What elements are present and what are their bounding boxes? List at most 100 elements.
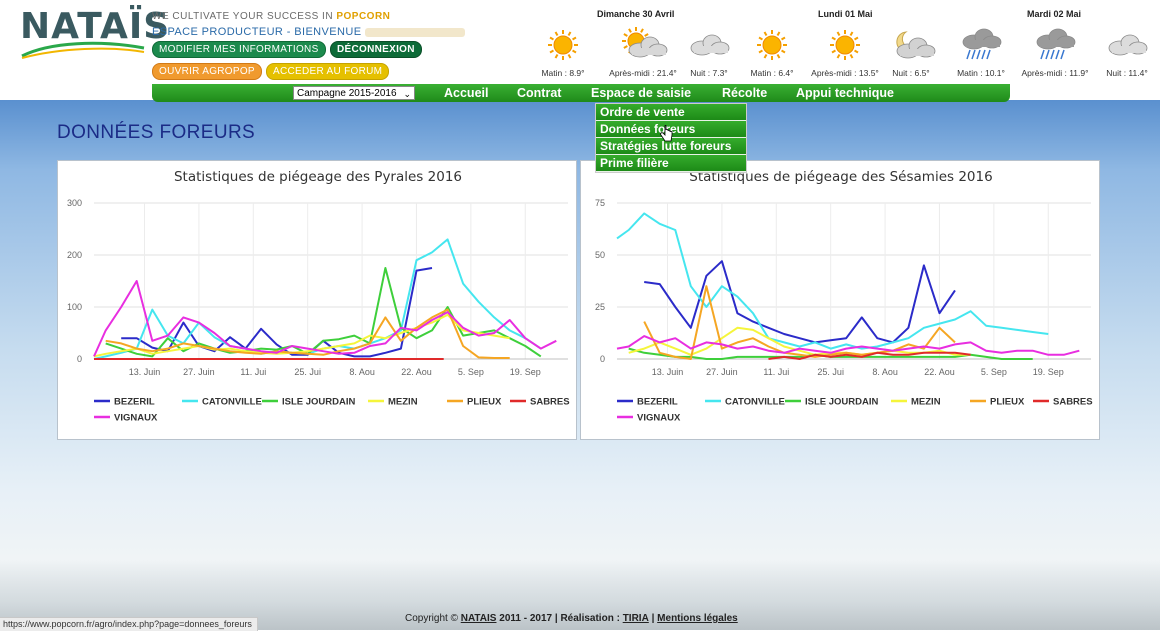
footer-copyright: Copyright © <box>405 613 458 624</box>
weather-slot: Matin : 6.4° <box>737 26 807 78</box>
weather-icon-wrap <box>1092 26 1160 64</box>
x-tick-label: 22. Aou <box>924 367 955 377</box>
x-tick-label: 25. Jui <box>294 367 321 377</box>
chart-pyrales: Statistiques de piégeage des Pyrales 201… <box>57 160 577 440</box>
weather-temp-label: Nuit : 6.5° <box>892 68 930 78</box>
footer-mentions-link[interactable]: Mentions légales <box>657 613 738 624</box>
x-tick-label: 27. Juin <box>183 367 215 377</box>
moon-cloud-icon <box>896 31 936 59</box>
x-tick-label: 13. Juin <box>129 367 161 377</box>
logo-swoosh-icon <box>21 41 145 59</box>
menu-item-prime-filiere[interactable]: Prime filière <box>596 155 746 172</box>
legend-label: PLIEUX <box>467 397 502 408</box>
x-tick-label: 13. Juin <box>652 367 684 377</box>
campaign-select[interactable]: Campagne 2015-2016 ⌄ <box>293 86 415 100</box>
footer-natais-link[interactable]: NATAIS <box>461 613 497 624</box>
welcome-text: ESPACE PRODUCTEUR - BIENVENUE <box>152 26 362 38</box>
sun-cloud-icon <box>622 27 668 58</box>
weather-icon-wrap <box>946 26 1016 64</box>
legend-label: MEZIN <box>911 397 941 408</box>
x-tick-label: 22. Aou <box>401 367 432 377</box>
weather-icon-wrap <box>674 26 744 64</box>
nav-espace-saisie[interactable]: Espace de saisie <box>591 86 691 100</box>
x-tick-label: 8. Aou <box>872 367 898 377</box>
deconnexion-button[interactable]: DÉCONNEXION <box>330 41 422 58</box>
acceder-forum-button[interactable]: ACCEDER AU FORUM <box>266 63 390 80</box>
ouvrir-agropop-button[interactable]: OUVRIR AGROPOP <box>152 63 262 80</box>
weather-slot: Après-midi : 13.5° <box>810 26 880 78</box>
legend-label: CATONVILLE <box>202 397 262 408</box>
weather-temp-label: Après-midi : 21.4° <box>609 68 677 78</box>
y-tick-label: 0 <box>600 354 605 364</box>
legend-label: PLIEUX <box>990 397 1025 408</box>
username-redacted <box>364 27 465 37</box>
legend-label: VIGNAUX <box>114 413 158 424</box>
y-tick-label: 50 <box>595 250 605 260</box>
hand-cursor-icon <box>660 125 673 142</box>
weather-slot: Nuit : 6.5° <box>876 26 946 78</box>
weather-day-1: Dimanche 30 Avril <box>597 9 675 19</box>
x-tick-label: 19. Sep <box>510 367 541 377</box>
weather-day-2: Lundi 01 Mai <box>818 9 873 19</box>
legend-label: ISLE JOURDAIN <box>805 397 879 408</box>
legend-label: BEZERIL <box>114 397 155 408</box>
weather-slot: Matin : 8.9° <box>528 26 598 78</box>
chart-sesamies: Statistiques de piégeage des Sésamies 20… <box>580 160 1100 440</box>
x-tick-label: 5. Sep <box>458 367 484 377</box>
weather-day-3: Mardi 02 Mai <box>1027 9 1082 19</box>
cloud-icon <box>690 34 730 56</box>
menu-item-ordre-vente[interactable]: Ordre de vente <box>596 104 746 121</box>
weather-icon-wrap <box>1020 26 1090 64</box>
legend-label: ISLE JOURDAIN <box>282 397 356 408</box>
modifier-infos-button[interactable]: MODIFIER MES INFORMATIONS <box>152 41 326 58</box>
legend-label: CATONVILLE <box>725 397 785 408</box>
tagline-prefix: WE CULTIVATE YOUR SUCCESS IN <box>152 11 334 22</box>
y-tick-label: 25 <box>595 302 605 312</box>
chart-sesamies-svg: Statistiques de piégeage des Sésamies 20… <box>595 169 1093 424</box>
x-tick-label: 19. Sep <box>1033 367 1064 377</box>
nav-recolte[interactable]: Récolte <box>722 86 767 100</box>
campaign-select-value: Campagne 2015-2016 <box>297 88 397 99</box>
weather-temp-label: Nuit : 11.4° <box>1106 68 1148 78</box>
x-tick-label: 11. Jui <box>763 367 789 377</box>
natais-logo[interactable]: NATAÏS <box>20 6 169 59</box>
weather-icon-wrap <box>528 26 598 64</box>
series-line-catonville <box>93 238 542 360</box>
nav-accueil[interactable]: Accueil <box>444 86 488 100</box>
tagline-accent: POPCORN <box>336 11 391 22</box>
rain-icon <box>962 28 1002 60</box>
series-line-vignaux <box>93 280 557 357</box>
y-tick-label: 300 <box>67 198 82 208</box>
footer-tiria-link[interactable]: TIRIA <box>623 613 649 624</box>
chevron-down-icon: ⌄ <box>403 89 411 99</box>
y-tick-label: 0 <box>77 354 82 364</box>
weather-slot: Matin : 10.1° <box>946 26 1016 78</box>
legend-label: SABRES <box>530 397 570 408</box>
weather-slot: Après-midi : 11.9° <box>1020 26 1090 78</box>
x-tick-label: 25. Jui <box>817 367 844 377</box>
y-tick-label: 100 <box>67 302 82 312</box>
series-line-isle-jourdain <box>105 267 542 358</box>
weather-temp-label: Matin : 8.9° <box>541 68 585 78</box>
page-title: DONNÉES FOREURS <box>57 122 256 143</box>
chart-pyrales-svg: Statistiques de piégeage des Pyrales 201… <box>67 169 570 424</box>
legend-label: BEZERIL <box>637 397 678 408</box>
nav-contrat[interactable]: Contrat <box>517 86 561 100</box>
footer: Copyright © NATAIS 2011 - 2017 | Réalisa… <box>405 613 738 624</box>
weather-temp-label: Nuit : 7.3° <box>690 68 728 78</box>
weather-temp-label: Après-midi : 13.5° <box>811 68 879 78</box>
weather-icon-wrap <box>876 26 946 64</box>
weather-temp-label: Après-midi : 11.9° <box>1021 68 1089 78</box>
legend-label: VIGNAUX <box>637 413 681 424</box>
y-tick-label: 75 <box>595 198 605 208</box>
espace-producteur-label: ESPACE PRODUCTEUR - BIENVENUE <box>152 26 465 38</box>
series-line-bezeril <box>644 260 956 344</box>
sun-icon <box>830 30 860 60</box>
nav-appui-technique[interactable]: Appui technique <box>796 86 894 100</box>
weather-icon-wrap <box>810 26 880 64</box>
cloud-icon <box>1108 34 1148 56</box>
weather-slot: Nuit : 7.3° <box>674 26 744 78</box>
footer-separator: | <box>651 613 655 624</box>
x-tick-label: 5. Sep <box>981 367 1007 377</box>
x-tick-label: 8. Aou <box>349 367 375 377</box>
